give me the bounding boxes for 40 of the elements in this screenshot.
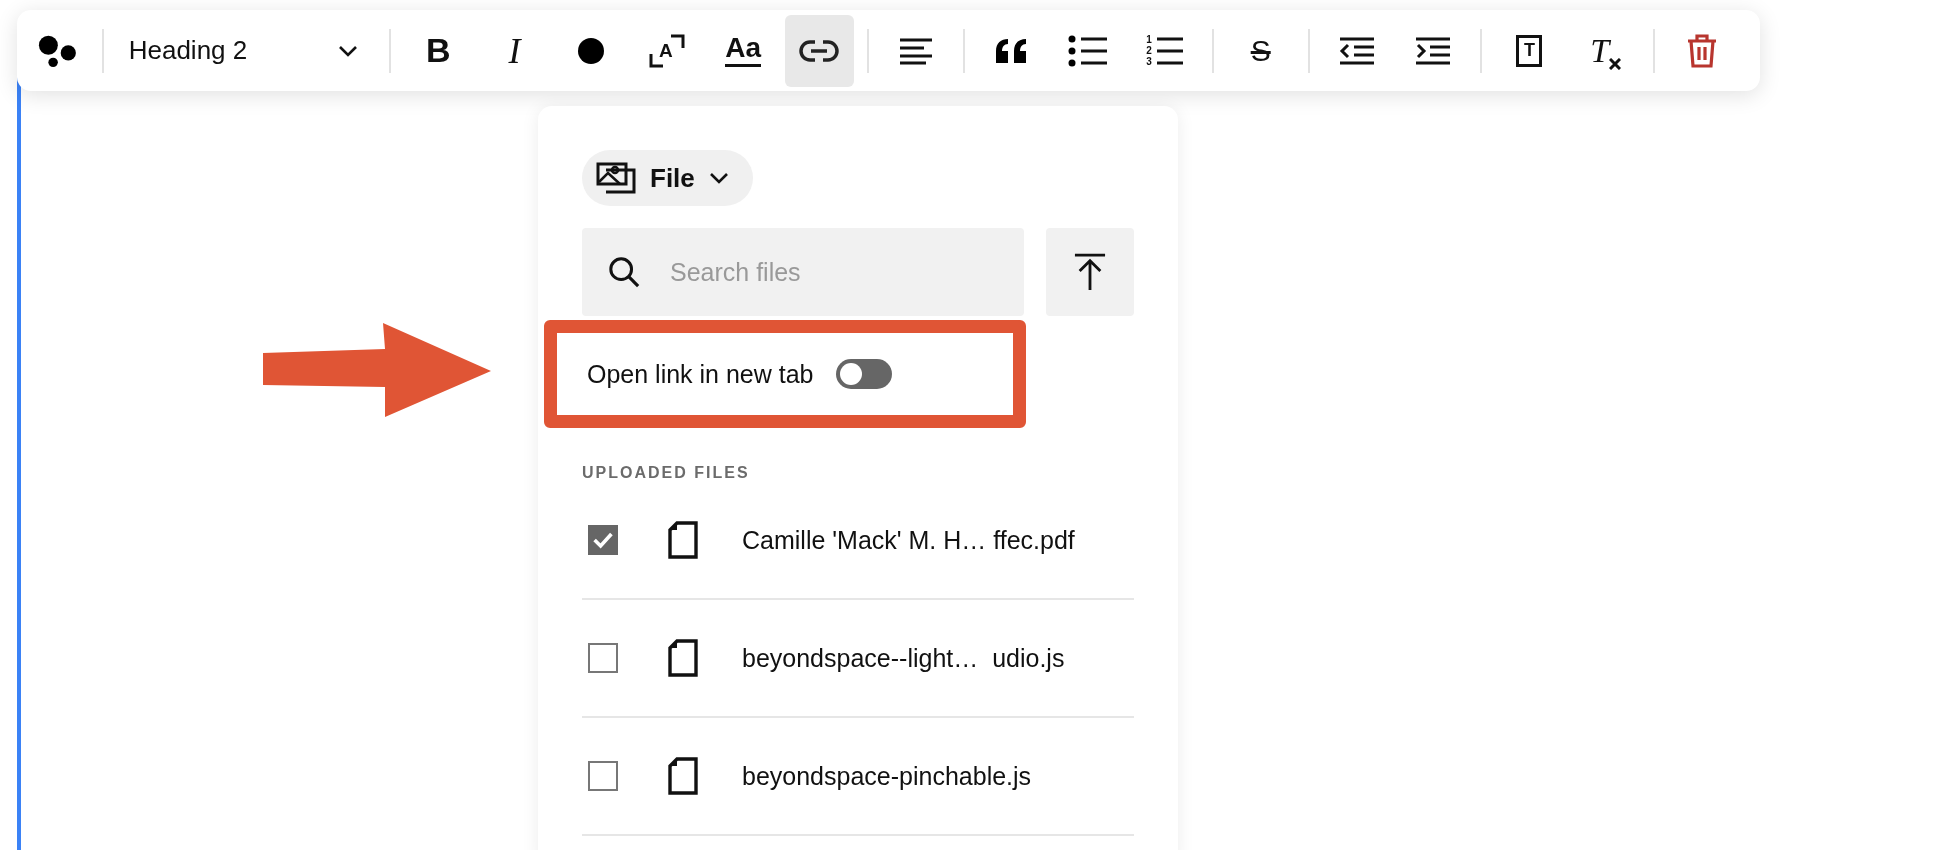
numbered-button[interactable]: 123 bbox=[1130, 14, 1199, 87]
file-icon bbox=[668, 521, 698, 559]
link-button[interactable] bbox=[785, 14, 854, 87]
file-icon bbox=[668, 639, 698, 677]
align-left-icon bbox=[897, 36, 934, 65]
size-button[interactable]: A bbox=[632, 14, 702, 87]
file-icon bbox=[668, 757, 698, 795]
file-name[interactable]: beyondspace-pinchable.js bbox=[742, 761, 1032, 791]
file-name[interactable]: beyondspace--light… udio.js bbox=[742, 643, 1065, 673]
upload-icon bbox=[1074, 253, 1106, 291]
link-icon bbox=[799, 38, 840, 63]
upload-button[interactable] bbox=[1046, 228, 1134, 316]
trash-icon bbox=[1686, 33, 1717, 68]
cross-icon bbox=[1609, 57, 1622, 70]
chevron-down-icon bbox=[708, 172, 729, 184]
toggle-switch[interactable] bbox=[835, 359, 892, 389]
outdent-icon bbox=[1337, 35, 1376, 66]
bullet-list-icon bbox=[1068, 34, 1109, 67]
checkbox[interactable] bbox=[588, 643, 618, 673]
search-icon bbox=[608, 256, 640, 288]
text-size-icon bbox=[648, 33, 685, 68]
section-heading: UPLOADED FILES bbox=[582, 464, 751, 482]
clipboard-button[interactable]: T bbox=[1495, 14, 1564, 87]
block-style-dropdown[interactable]: Heading 2 bbox=[112, 20, 381, 81]
font-button[interactable]: Aa bbox=[709, 14, 778, 87]
search-field[interactable]: Search files bbox=[582, 228, 1024, 316]
source-dropdown[interactable]: File bbox=[582, 150, 753, 206]
clear-button[interactable]: T bbox=[1571, 14, 1640, 87]
toggle-label: Open link in new tab bbox=[587, 359, 814, 389]
italic-button[interactable]: I bbox=[480, 14, 549, 87]
file-name[interactable]: Camille 'Mack' M. H… ffec.pdf bbox=[742, 525, 1075, 555]
bold-button[interactable]: B bbox=[404, 14, 473, 87]
filled-circle-icon bbox=[575, 35, 606, 66]
pointer-arrow-icon bbox=[261, 321, 493, 419]
images-icon bbox=[596, 162, 636, 194]
chevron-down-icon bbox=[338, 44, 359, 57]
checkbox[interactable] bbox=[588, 525, 618, 555]
indent-icon bbox=[1414, 35, 1453, 66]
checkbox[interactable] bbox=[588, 761, 618, 791]
strike-button[interactable]: S bbox=[1226, 14, 1295, 87]
